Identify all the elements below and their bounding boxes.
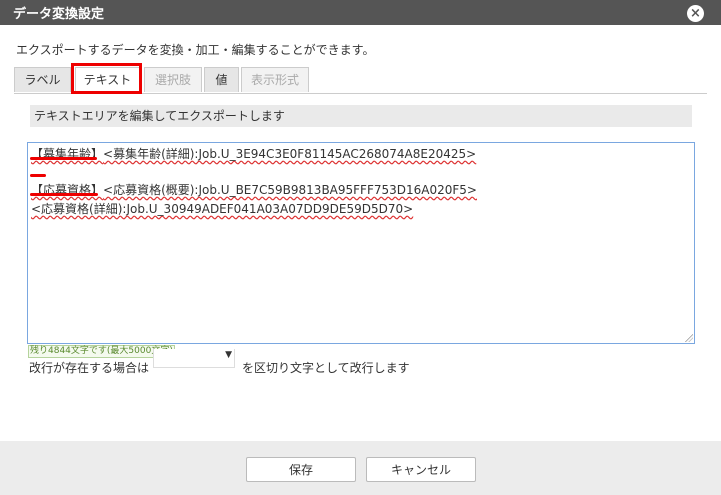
field-token: <応募資格(概要):Job.U_BE7C59B9813BA95FFF753D16… xyxy=(103,183,477,197)
chevron-down-icon: ▼ xyxy=(225,350,232,360)
field-token: <募集年齢(詳細):Job.U_3E94C3E0F81145AC268074A8… xyxy=(103,147,477,161)
tab-choices: 選択肢 xyxy=(144,67,202,92)
newline-prefix-label: 改行が存在する場合は xyxy=(29,361,150,375)
close-icon[interactable]: × xyxy=(687,5,704,22)
export-text-editor[interactable]: 【募集年齢】<募集年齢(詳細):Job.U_3E94C3E0F81145AC26… xyxy=(27,142,695,344)
tab-value[interactable]: 値 xyxy=(204,67,239,92)
tab-label[interactable]: ラベル xyxy=(14,67,71,92)
underline-annotation xyxy=(30,174,46,177)
editor-hint: テキストエリアを編集してエクスポートします xyxy=(30,105,692,127)
tab-highlight-annotation xyxy=(71,63,142,94)
newline-suffix-label: を区切り文字として改行します xyxy=(242,361,410,375)
dialog-title: データ変換設定 xyxy=(13,7,105,22)
underline-annotation xyxy=(30,193,98,196)
editor-line: 【募集年齢】<募集年齢(詳細):Job.U_3E94C3E0F81145AC26… xyxy=(31,145,476,162)
underline-annotation xyxy=(30,157,97,160)
tab-display-format: 表示形式 xyxy=(241,67,309,92)
save-button[interactable]: 保存 xyxy=(246,457,356,482)
editor-line: 【応募資格】<応募資格(概要):Job.U_BE7C59B9813BA95FFF… xyxy=(31,181,477,198)
dialog-titlebar: データ変換設定 × xyxy=(0,0,721,25)
delimiter-select[interactable]: ▼ xyxy=(153,349,235,368)
resize-handle-icon[interactable] xyxy=(685,334,693,342)
field-token: <応募資格(詳細):Job.U_30949ADEF041A03A07DD9DE5… xyxy=(31,202,414,216)
editor-line: <応募資格(詳細):Job.U_30949ADEF041A03A07DD9DE5… xyxy=(31,200,413,217)
dialog-footer xyxy=(0,441,721,495)
dialog-description: エクスポートするデータを変換・加工・編集することができます。 xyxy=(16,43,375,57)
cancel-button[interactable]: キャンセル xyxy=(366,457,476,482)
